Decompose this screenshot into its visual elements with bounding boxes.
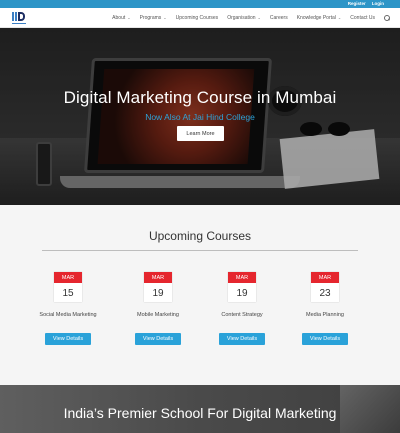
hero-banner: Digital Marketing Course in Mumbai Now A… — [0, 28, 400, 205]
chevron-down-icon: ⌄ — [127, 15, 131, 20]
calendar-icon: MAR 23 — [311, 272, 339, 302]
nav-item-label: Careers — [269, 14, 288, 21]
course-month: MAR — [228, 272, 256, 283]
nav-menu: About ⌄ Programs ⌄ Upcoming Courses Orga… — [112, 8, 390, 27]
calendar-icon: MAR 19 — [144, 272, 172, 302]
view-details-button[interactable]: View Details — [45, 333, 91, 345]
chevron-down-icon: ⌄ — [337, 15, 342, 20]
hero-title: Digital Marketing Course in Mumbai — [63, 88, 337, 107]
register-link[interactable]: Register — [348, 0, 366, 8]
section-title: Upcoming Courses — [148, 229, 252, 243]
course-name: Media Planning — [306, 312, 344, 318]
calendar-icon: MAR 15 — [54, 272, 82, 302]
view-details-button[interactable]: View Details — [219, 333, 265, 345]
course-card: MAR 19 Content Strategy View Details — [209, 272, 275, 362]
site-logo[interactable] — [12, 11, 26, 24]
premier-school-banner: India’s Premier School For Digital Marke… — [0, 385, 400, 433]
chevron-down-icon: ⌄ — [257, 15, 261, 20]
hero-subtitle: Now Also At Jai Hind College — [145, 112, 255, 122]
search-icon[interactable] — [384, 14, 390, 21]
course-month: MAR — [54, 272, 82, 283]
nav-item-label: Knowledge Portal — [296, 14, 336, 21]
view-details-button[interactable]: View Details — [135, 333, 181, 345]
top-utility-bar: Register Login — [0, 0, 400, 8]
login-link[interactable]: Login — [372, 0, 384, 8]
nav-item-organisation[interactable]: Organisation ⌄ — [227, 15, 261, 21]
course-name: Content Strategy — [221, 312, 263, 318]
nav-item-careers[interactable]: Careers — [270, 15, 288, 21]
course-day: 23 — [319, 287, 331, 299]
course-month: MAR — [311, 272, 339, 283]
main-nav: About ⌄ Programs ⌄ Upcoming Courses Orga… — [0, 8, 400, 28]
course-card: MAR 19 Mobile Marketing View Details — [125, 272, 191, 362]
nav-item-upcoming-courses[interactable]: Upcoming Courses — [176, 15, 219, 21]
nav-item-label: Contact Us — [350, 14, 375, 21]
nav-item-label: Upcoming Courses — [175, 14, 219, 21]
course-card: MAR 15 Social Media Marketing View Detai… — [35, 272, 101, 362]
chevron-down-icon: ⌄ — [163, 15, 167, 20]
nav-item-label: About — [112, 14, 126, 21]
account-links: Register Login — [348, 0, 384, 8]
nav-item-knowledge-portal[interactable]: Knowledge Portal ⌄ — [297, 15, 342, 21]
nav-item-contact-us[interactable]: Contact Us — [350, 15, 375, 21]
upcoming-courses-section: Upcoming Courses MAR 15 Social Media Mar… — [0, 205, 400, 385]
course-name: Mobile Marketing — [137, 312, 179, 318]
nav-item-programs[interactable]: Programs ⌄ — [140, 15, 167, 21]
nav-item-label: Organisation — [227, 14, 256, 21]
calendar-icon: MAR 19 — [228, 272, 256, 302]
learn-more-button[interactable]: Learn More — [177, 126, 224, 141]
course-name: Social Media Marketing — [39, 312, 97, 318]
course-day: 19 — [236, 287, 248, 299]
course-day: 19 — [152, 287, 164, 299]
course-card: MAR 23 Media Planning View Details — [292, 272, 358, 362]
nav-item-about[interactable]: About ⌄ — [112, 15, 130, 21]
course-day: 15 — [62, 287, 74, 299]
divider — [42, 250, 358, 251]
view-details-button[interactable]: View Details — [302, 333, 348, 345]
nav-item-label: Programs — [139, 14, 162, 21]
course-month: MAR — [144, 272, 172, 283]
banner-title: India’s Premier School For Digital Marke… — [63, 405, 337, 421]
